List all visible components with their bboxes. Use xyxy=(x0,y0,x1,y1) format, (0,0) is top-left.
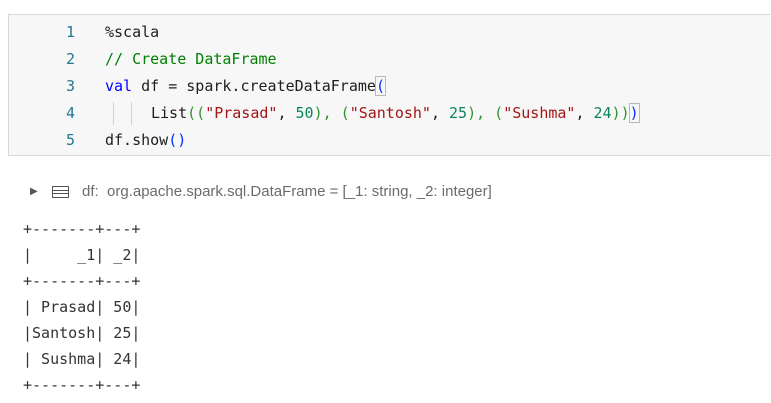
line-number: 5 xyxy=(65,131,75,149)
caret-right-icon[interactable]: ▶ xyxy=(30,180,38,204)
code-text: %scala xyxy=(105,19,159,46)
line-number: 2 xyxy=(65,50,75,68)
code-line[interactable]: 3 val df = spark.createDataFrame( xyxy=(9,73,770,100)
code-token: "Santosh" xyxy=(349,104,431,122)
cell-stdout: +-------+---+ | _1| _2| +-------+---+ | … xyxy=(23,220,141,394)
code-line[interactable]: 1 %scala xyxy=(9,19,770,46)
code-token: ), ( xyxy=(313,104,350,122)
code-line[interactable]: 4 List(("Prasad", 50), ("Santosh", 25), (… xyxy=(9,100,770,127)
code-text: df.show() xyxy=(105,127,186,154)
code-token: "Sushma" xyxy=(503,104,576,122)
code-token: ), ( xyxy=(467,104,504,122)
code-token: )) xyxy=(611,104,630,122)
line-number: 4 xyxy=(65,104,75,122)
code-token: List xyxy=(151,104,188,122)
code-token: , xyxy=(430,104,450,122)
code-token: df = spark.createDataFrame xyxy=(132,77,376,95)
code-token: ( xyxy=(374,76,386,96)
code-token: "Prasad" xyxy=(205,104,278,122)
dataframe-schema-text: df: org.apache.spark.sql.DataFrame = [_1… xyxy=(82,183,492,200)
line-number: 1 xyxy=(65,23,75,41)
code-text: val df = spark.createDataFrame( xyxy=(105,73,386,100)
code-token: 24 xyxy=(593,104,612,122)
code-token: (( xyxy=(187,104,206,122)
code-line[interactable]: 2 // Create DataFrame xyxy=(9,46,770,73)
table-icon xyxy=(52,186,69,198)
line-number: 3 xyxy=(65,77,75,95)
code-token: 50 xyxy=(295,104,314,122)
output-summary: ▶ df: org.apache.spark.sql.DataFrame = [… xyxy=(30,180,492,204)
code-token: ) xyxy=(628,103,640,123)
code-token: , xyxy=(575,104,594,122)
indent-guide xyxy=(113,102,114,125)
code-token: df.show xyxy=(105,131,169,149)
code-line[interactable]: 5 df.show() xyxy=(9,127,770,154)
code-token: , xyxy=(277,104,296,122)
code-token: // Create DataFrame xyxy=(105,50,277,68)
indent-guide xyxy=(131,102,132,125)
code-cell-editor[interactable]: 1 %scala 2 // Create DataFrame 3 val df = spa… xyxy=(8,14,770,156)
code-token: 25 xyxy=(449,104,468,122)
code-text: // Create DataFrame xyxy=(105,46,277,73)
code-token: %scala xyxy=(105,23,160,41)
code-token: val xyxy=(105,77,133,95)
code-token: () xyxy=(168,131,187,149)
code-text: List(("Prasad", 50), ("Santosh", 25), ("… xyxy=(151,100,640,127)
